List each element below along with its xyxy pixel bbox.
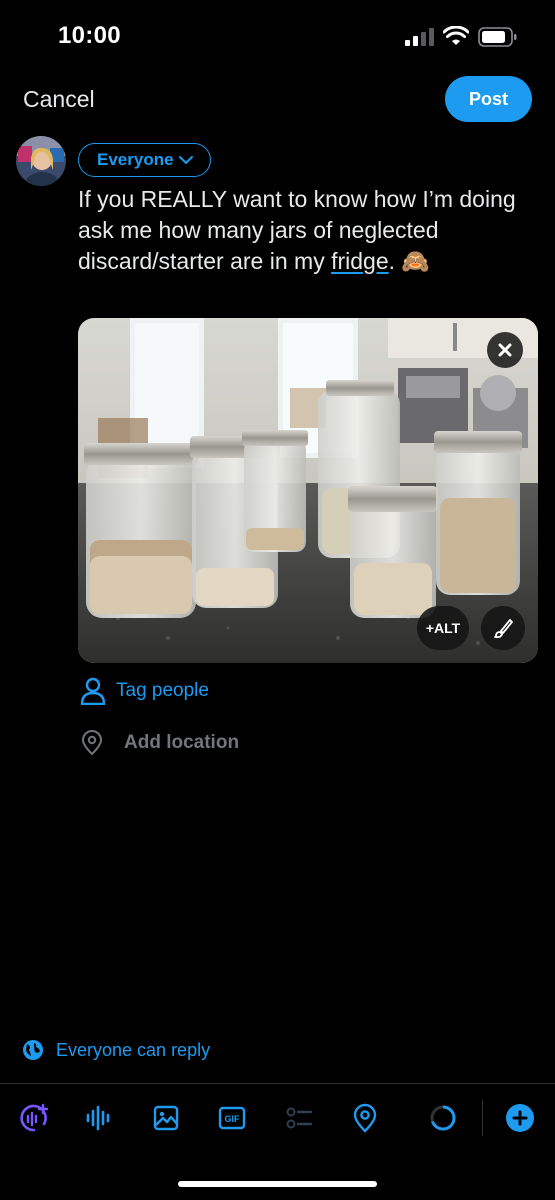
character-count-indicator: [425, 1100, 461, 1136]
add-alt-text-button[interactable]: +ALT: [417, 606, 469, 650]
add-location-button[interactable]: Add location: [80, 726, 239, 760]
add-poll-button: [281, 1100, 317, 1136]
post-text-part1: If you REALLY want to know how I’m doing…: [78, 186, 516, 274]
add-gif-button[interactable]: GIF: [214, 1100, 250, 1136]
location-pin-icon: [353, 1103, 377, 1133]
edit-photo-button[interactable]: [481, 606, 525, 650]
add-post-button[interactable]: [502, 1100, 538, 1136]
post-text[interactable]: If you REALLY want to know how I’m doing…: [78, 184, 528, 277]
audio-waveform-icon: [86, 1105, 110, 1131]
person-icon: [80, 677, 106, 705]
status-bar: 10:00: [0, 0, 555, 70]
tag-people-label: Tag people: [116, 680, 209, 701]
svg-text:GIF: GIF: [225, 1114, 241, 1124]
grok-voice-icon: [20, 1103, 49, 1132]
add-image-button[interactable]: [148, 1100, 184, 1136]
avatar[interactable]: [16, 136, 66, 186]
toolbar-divider: [0, 1083, 555, 1084]
add-post-icon: [506, 1104, 534, 1132]
gif-icon: GIF: [218, 1106, 246, 1130]
battery-icon: [478, 27, 517, 47]
close-icon: [498, 343, 512, 357]
brush-icon: [494, 619, 513, 639]
character-count-ring-icon: [430, 1105, 456, 1131]
remove-photo-button[interactable]: [487, 332, 523, 368]
location-button[interactable]: [347, 1100, 383, 1136]
cancel-button[interactable]: Cancel: [23, 86, 95, 113]
cellular-signal-icon: [405, 28, 434, 46]
status-time: 10:00: [58, 22, 121, 49]
audio-button[interactable]: [81, 1100, 117, 1136]
compose-header: Cancel Post: [0, 70, 555, 130]
audience-label: Everyone: [97, 150, 174, 169]
globe-icon: [23, 1040, 43, 1060]
reply-setting-button[interactable]: Everyone can reply: [22, 1036, 210, 1064]
toolbar-separator: [482, 1100, 483, 1136]
add-location-label: Add location: [124, 732, 240, 753]
location-pin-icon: [81, 730, 103, 756]
post-button[interactable]: Post: [445, 76, 532, 122]
post-text-link: fridge: [331, 248, 389, 274]
poll-icon: [286, 1107, 313, 1129]
grok-voice-button[interactable]: [16, 1100, 52, 1136]
image-icon: [153, 1105, 179, 1131]
home-indicator: [178, 1181, 377, 1187]
compose-toolbar: GIF: [0, 1096, 555, 1140]
attached-photo[interactable]: [78, 318, 538, 663]
chevron-down-icon: [178, 156, 193, 164]
post-text-part2: . 🙈: [388, 248, 431, 274]
tag-people-button[interactable]: Tag people: [80, 674, 209, 708]
wifi-icon: [443, 26, 469, 45]
reply-setting-label: Everyone can reply: [56, 1039, 211, 1060]
audience-selector[interactable]: Everyone: [78, 143, 211, 177]
